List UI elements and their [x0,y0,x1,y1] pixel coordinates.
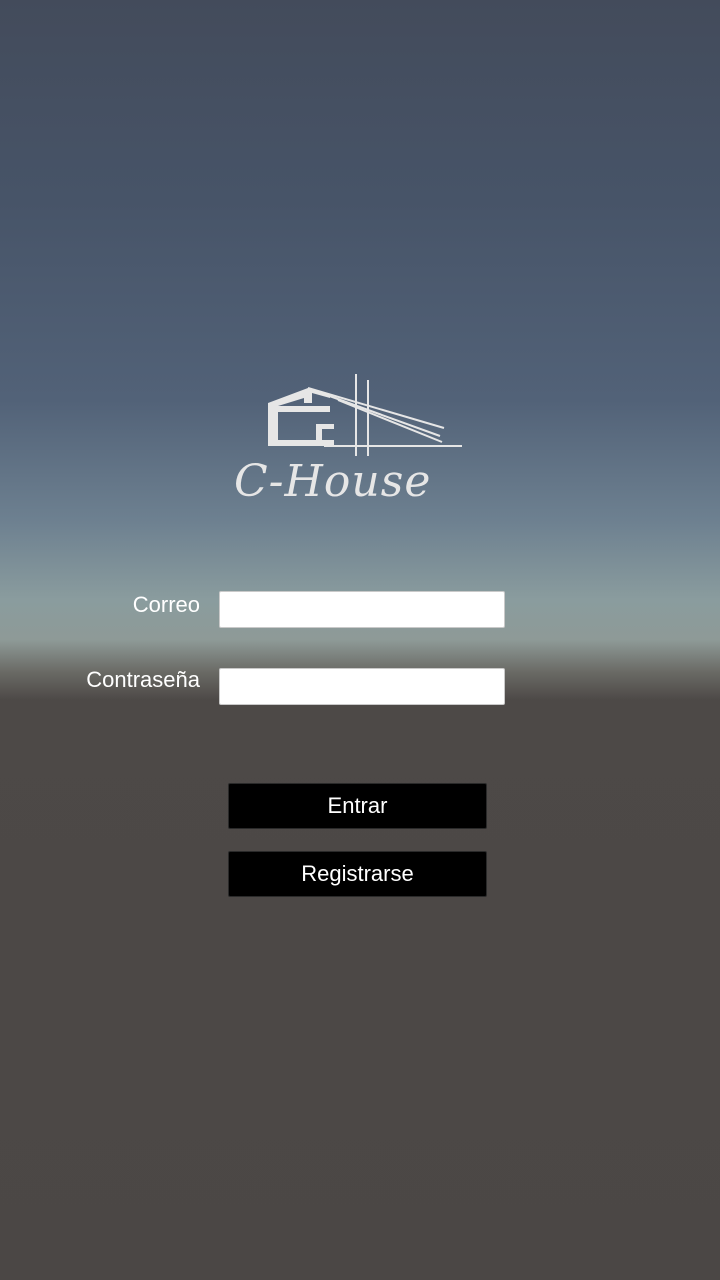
email-label: Correo [132,592,200,617]
email-field[interactable] [219,591,505,628]
register-button[interactable]: Registrarse [228,851,487,897]
house-logo-icon: C-House [234,374,462,507]
password-field[interactable] [219,668,505,705]
password-label: Contraseña [86,667,200,692]
logo-text: C-House [234,456,431,507]
app-logo: C-House [228,370,492,510]
login-button[interactable]: Entrar [228,783,487,829]
